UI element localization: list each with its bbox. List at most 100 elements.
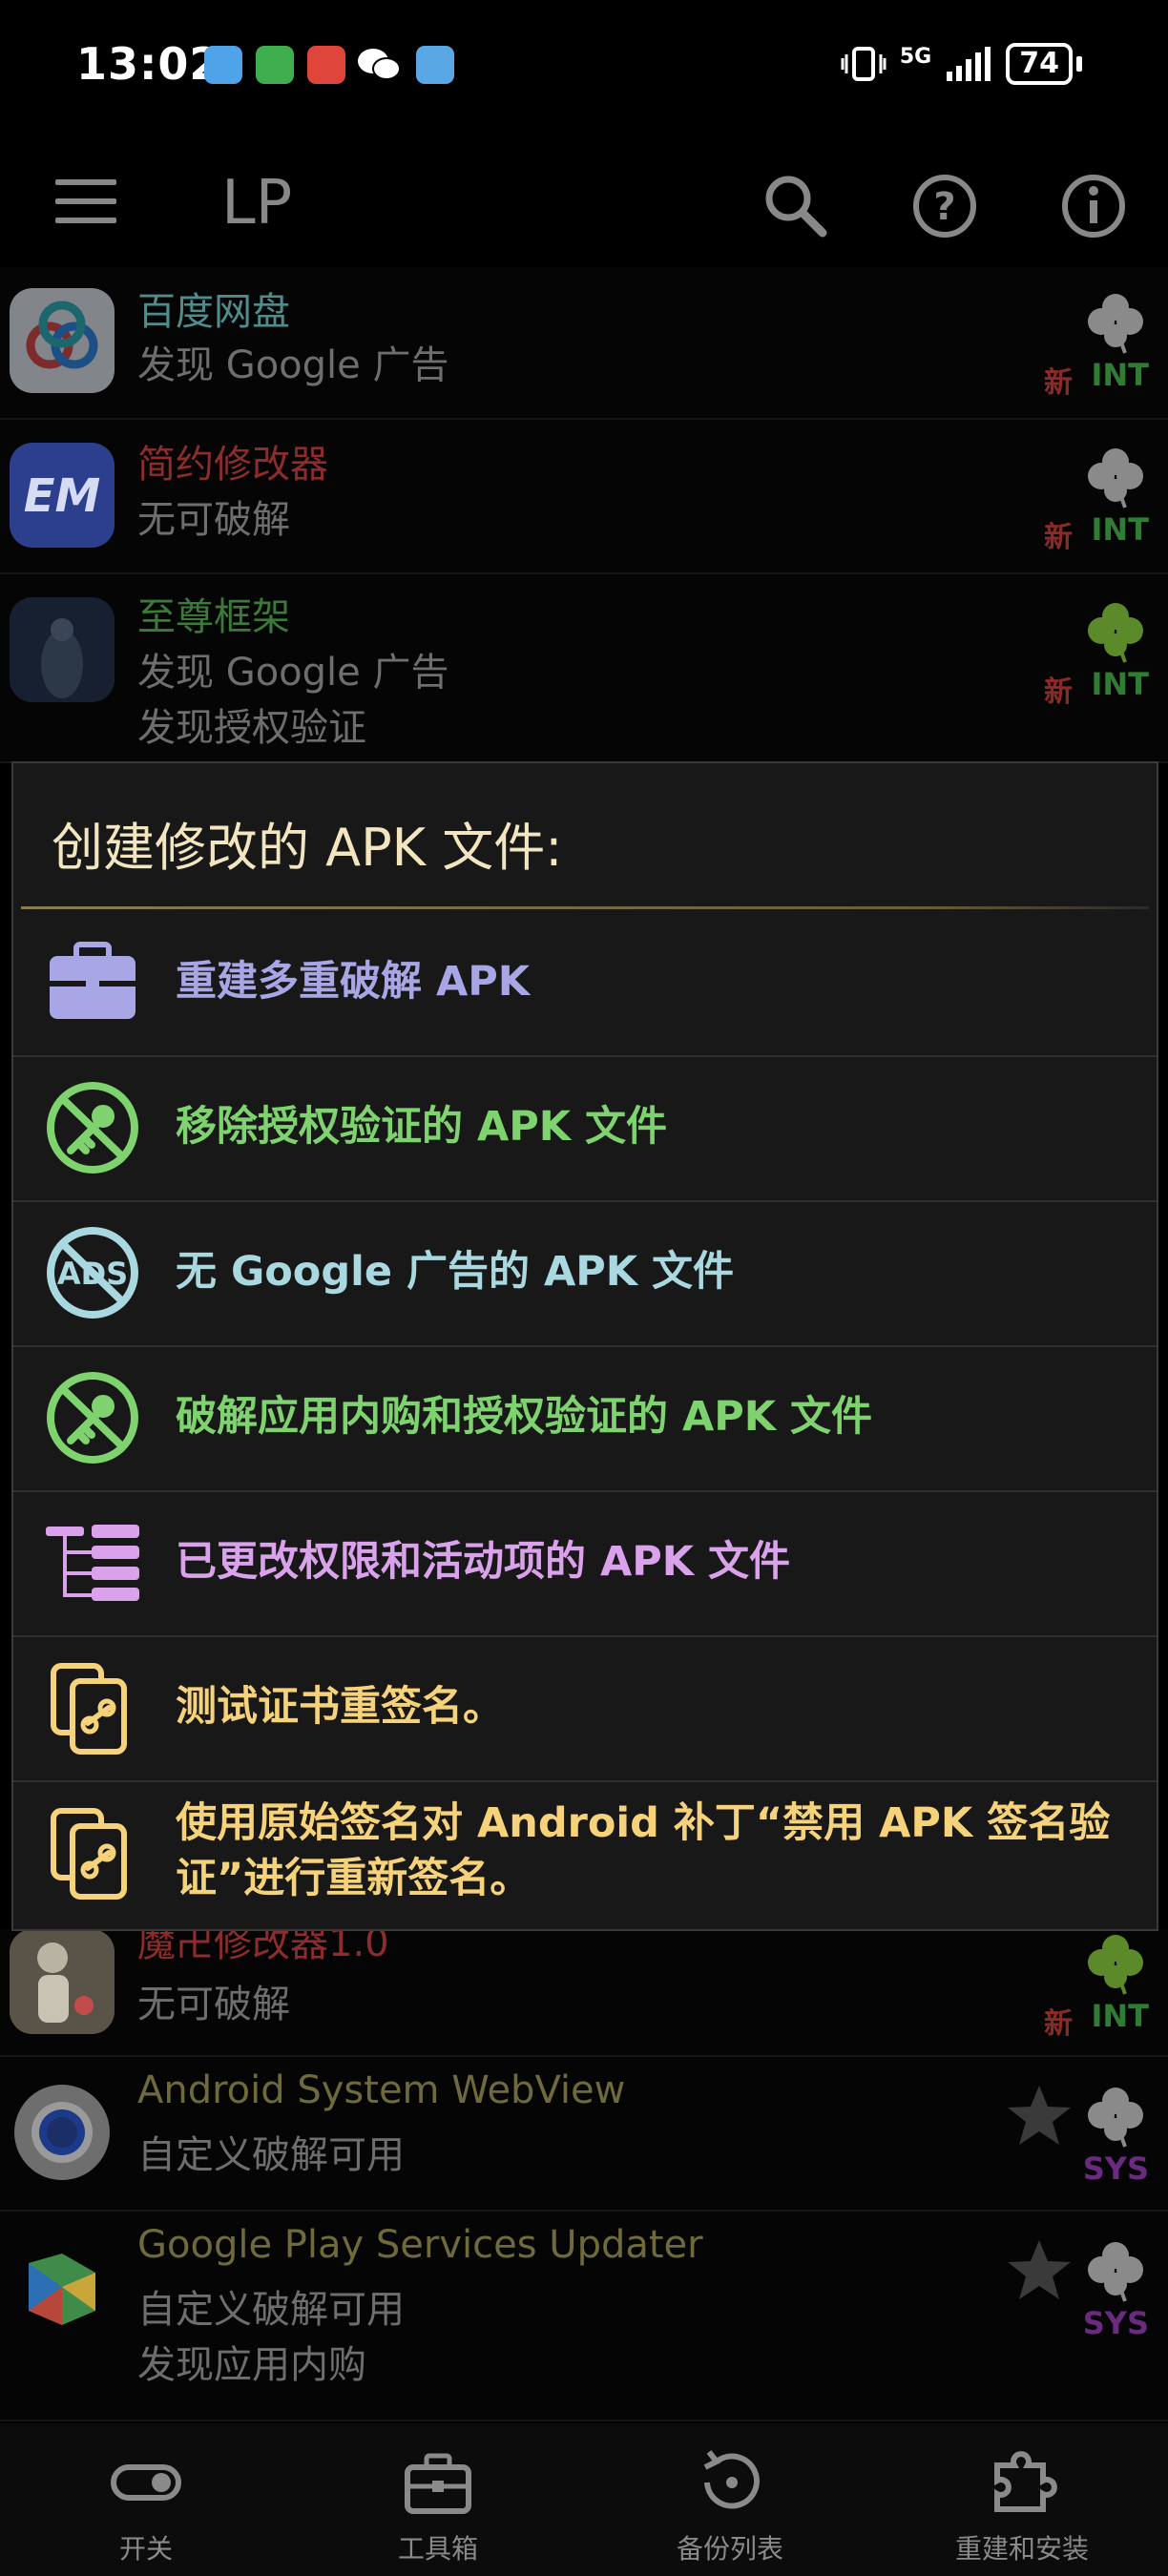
app-status-line: 发现 Google 广告 bbox=[137, 651, 449, 695]
install-type-badge: SYS bbox=[1082, 2150, 1149, 2187]
option-test-cert-resign[interactable]: 测试证书重签名。 bbox=[13, 1635, 1157, 1782]
app-name: 至尊框架 bbox=[137, 595, 290, 639]
app-row-baidu[interactable]: 百度网盘 发现 Google 广告 新 INT bbox=[0, 267, 1168, 420]
modifier-icon bbox=[10, 1929, 115, 2034]
option-label: 无 Google 广告的 APK 文件 bbox=[176, 1248, 735, 1296]
create-apk-dialog: 创建修改的 APK 文件: 重建多重破解 APK 移除授权验证的 APK 文件 … bbox=[11, 761, 1158, 1931]
resign-icon bbox=[51, 1663, 127, 1755]
vibrate-icon bbox=[841, 47, 886, 81]
app-status-line: 发现应用内购 bbox=[137, 2343, 366, 2387]
wechat-icon bbox=[358, 49, 401, 80]
netease-music-icon bbox=[307, 46, 345, 84]
seven-app-icon bbox=[256, 46, 294, 84]
weather-icon bbox=[416, 46, 454, 84]
star-icon[interactable] bbox=[1006, 2236, 1073, 2303]
new-badge: 新 bbox=[1044, 521, 1073, 554]
option-original-sign-patch[interactable]: 使用原始签名对 Android 补丁“禁用 APK 签名验证”进行重新签名。 bbox=[13, 1780, 1157, 1925]
toolbox-icon bbox=[405, 2453, 471, 2514]
nav-rebuild-install[interactable]: 重建和安装 bbox=[876, 2423, 1168, 2576]
reader-icon bbox=[204, 46, 242, 84]
new-badge: 新 bbox=[1044, 2007, 1073, 2041]
option-label: 重建多重破解 APK bbox=[176, 958, 531, 1006]
google-play-icon bbox=[10, 2234, 115, 2339]
option-label: 使用原始签名对 Android 补丁“禁用 APK 签名验证”进行重新签名。 bbox=[176, 1799, 1111, 1902]
clover-icon bbox=[1088, 294, 1143, 354]
install-type-badge: SYS bbox=[1082, 2305, 1149, 2341]
search-icon[interactable] bbox=[758, 168, 834, 244]
app-status-line: 发现授权验证 bbox=[137, 706, 366, 750]
app-row-supreme[interactable]: 至尊框架 发现 Google 广告 发现授权验证 新 INT bbox=[0, 574, 1168, 763]
no-key-icon bbox=[47, 1082, 138, 1174]
no-ads-icon: ADS bbox=[47, 1227, 138, 1319]
help-icon[interactable]: ? bbox=[907, 168, 983, 244]
app-status-line: 无可破解 bbox=[137, 1983, 290, 2026]
nav-backup-list[interactable]: 备份列表 bbox=[584, 2423, 876, 2576]
backup-icon bbox=[703, 2450, 760, 2509]
bottom-navigation: 开关 工具箱 备份列表 重建和安装 bbox=[0, 2423, 1168, 2576]
clover-icon bbox=[1088, 2242, 1143, 2302]
new-badge: 新 bbox=[1044, 675, 1073, 709]
option-rebuild-multi-crack[interactable]: 重建多重破解 APK bbox=[13, 910, 1157, 1057]
app-name: Google Play Services Updater bbox=[137, 2223, 703, 2267]
app-row-webview[interactable]: Android System WebView 自定义破解可用 SYS bbox=[0, 2057, 1168, 2212]
permissions-list-icon bbox=[46, 1525, 139, 1601]
svg-text:?: ? bbox=[933, 185, 955, 229]
app-row-em[interactable]: EM 简约修改器 无可破解 新 INT bbox=[0, 420, 1168, 574]
nav-label: 备份列表 bbox=[676, 2533, 783, 2565]
install-type-badge: INT bbox=[1091, 357, 1149, 393]
system-icons: 5G 74 bbox=[841, 43, 1082, 85]
option-permissions-activities[interactable]: 已更改权限和活动项的 APK 文件 bbox=[13, 1490, 1157, 1637]
app-status-line: 自定义破解可用 bbox=[137, 2288, 405, 2332]
nav-label: 重建和安装 bbox=[954, 2533, 1089, 2565]
app-name: 简约修改器 bbox=[137, 443, 328, 487]
app-status-line: 无可破解 bbox=[137, 498, 290, 542]
dialog-title: 创建修改的 APK 文件: bbox=[52, 818, 563, 878]
clover-icon bbox=[1088, 448, 1143, 509]
app-status-line: 自定义破解可用 bbox=[137, 2133, 405, 2177]
battery-tip bbox=[1076, 56, 1082, 72]
em-modifier-icon: EM bbox=[10, 443, 115, 548]
battery-indicator: 74 bbox=[1006, 43, 1073, 85]
nav-label: 工具箱 bbox=[397, 2533, 478, 2565]
menu-icon[interactable] bbox=[55, 179, 116, 231]
install-type-badge: INT bbox=[1091, 511, 1149, 548]
option-remove-license[interactable]: 移除授权验证的 APK 文件 bbox=[13, 1055, 1157, 1202]
app-status-line: 发现 Google 广告 bbox=[137, 343, 449, 387]
option-no-ads[interactable]: ADS 无 Google 广告的 APK 文件 bbox=[13, 1200, 1157, 1347]
app-row-modifier[interactable]: 魔卍修改器1.0 无可破解 新 INT bbox=[0, 1922, 1168, 2057]
clover-icon bbox=[1088, 603, 1143, 663]
svg-text:EM: EM bbox=[24, 469, 101, 523]
status-bar: 13:02 5G 74 bbox=[0, 0, 1168, 134]
webview-icon bbox=[10, 2080, 115, 2185]
signal-icon bbox=[947, 47, 991, 81]
app-title: LP bbox=[221, 168, 293, 239]
baidu-netdisk-icon bbox=[10, 288, 115, 393]
clover-icon bbox=[1088, 1935, 1143, 1995]
toggle-icon bbox=[111, 2464, 181, 2501]
new-badge: 新 bbox=[1044, 366, 1073, 400]
app-row-play-services[interactable]: Google Play Services Updater 自定义破解可用 发现应… bbox=[0, 2212, 1168, 2421]
star-icon[interactable] bbox=[1006, 2082, 1073, 2149]
dialog-title-divider bbox=[21, 906, 1149, 909]
app-bar: LP ? bbox=[0, 143, 1168, 267]
install-type-badge: INT bbox=[1091, 1998, 1149, 2034]
app-name: 百度网盘 bbox=[137, 290, 290, 334]
option-crack-iap-license[interactable]: 破解应用内购和授权验证的 APK 文件 bbox=[13, 1345, 1157, 1492]
install-type-badge: INT bbox=[1091, 666, 1149, 702]
app-name: Android System WebView bbox=[137, 2068, 626, 2112]
clover-icon bbox=[1088, 2088, 1143, 2148]
puzzle-icon bbox=[994, 2451, 1057, 2512]
resign-icon bbox=[51, 1808, 127, 1900]
option-label: 已更改权限和活动项的 APK 文件 bbox=[176, 1538, 791, 1586]
nav-toolbox[interactable]: 工具箱 bbox=[292, 2423, 584, 2576]
option-label: 破解应用内购和授权验证的 APK 文件 bbox=[176, 1393, 873, 1441]
option-label: 移除授权验证的 APK 文件 bbox=[176, 1103, 668, 1151]
nav-switch[interactable]: 开关 bbox=[0, 2423, 292, 2576]
toolbox-icon bbox=[50, 942, 136, 1019]
no-key-icon bbox=[47, 1372, 138, 1464]
supreme-framework-icon bbox=[10, 597, 115, 702]
info-icon[interactable] bbox=[1055, 168, 1132, 244]
nav-label: 开关 bbox=[118, 2533, 173, 2565]
network-type: 5G bbox=[899, 45, 932, 69]
status-time: 13:02 bbox=[76, 38, 221, 90]
